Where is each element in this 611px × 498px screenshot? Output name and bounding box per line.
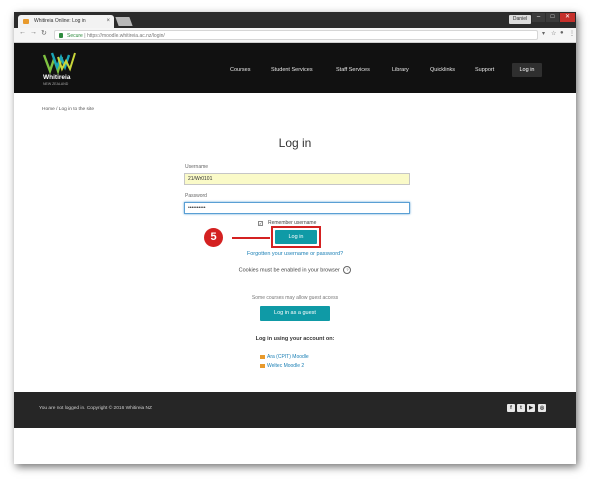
site-favicon-icon <box>23 19 29 24</box>
nav-student-services[interactable]: Student Services <box>271 67 313 73</box>
site-header: Whitireia NEW ZEALAND Courses Student Se… <box>14 43 576 93</box>
tab-close-icon[interactable]: × <box>106 15 110 28</box>
back-arrow-icon[interactable]: ← <box>19 29 26 36</box>
username-field[interactable]: 21/Wr0101 <box>184 173 410 185</box>
help-icon[interactable]: ? <box>343 266 352 274</box>
close-window-button[interactable]: ✕ <box>560 13 575 22</box>
cookies-text: Cookies must be enabled in your browser <box>238 267 340 274</box>
logo-text: Whitireia <box>43 74 71 81</box>
star-icon[interactable]: ☆ <box>551 30 556 37</box>
address-url: https://moodle.whitireia.ac.nz/login/ <box>86 33 165 39</box>
tab-bar: Whitireia Online: Log in × Daniel – □ ✕ <box>14 12 576 28</box>
twitter-icon[interactable]: t <box>517 404 525 412</box>
remember-checkbox[interactable]: ✓ <box>258 221 263 226</box>
extension-icon[interactable]: ● <box>560 30 564 36</box>
password-field[interactable]: •••••••••• <box>184 202 410 214</box>
nav-courses[interactable]: Courses <box>230 67 250 73</box>
annotation-pointer-line <box>232 237 270 239</box>
tab-title: Whitireia Online: Log in <box>34 18 86 24</box>
facebook-icon[interactable]: f <box>507 404 515 412</box>
cookies-notice: Cookies must be enabled in your browser … <box>14 266 576 274</box>
provider-label: Weltec Moodle 2 <box>267 363 305 369</box>
browser-window: Whitireia Online: Log in × Daniel – □ ✕ … <box>14 12 576 464</box>
profile-badge[interactable]: Daniel <box>509 15 531 24</box>
nav-quicklinks[interactable]: Quicklinks <box>430 67 455 73</box>
breadcrumb[interactable]: Home / Log in to the site <box>42 107 94 112</box>
guest-access-note: Some courses may allow guest access <box>251 295 339 301</box>
username-label: Username <box>185 164 209 170</box>
secure-label: Secure <box>67 33 83 39</box>
instagram-icon[interactable]: ◎ <box>538 404 546 412</box>
password-label: Password <box>185 193 207 199</box>
browser-tab[interactable]: Whitireia Online: Log in × <box>18 15 114 28</box>
step-number-badge: 5 <box>204 228 223 247</box>
address-row: ← → ↻ Secure | https://moodle.whitireia.… <box>14 28 576 43</box>
nav-library[interactable]: Library <box>392 67 409 73</box>
forward-arrow-icon[interactable]: → <box>30 29 37 36</box>
youtube-icon[interactable]: ▶ <box>527 404 535 412</box>
provider-label: Ara (CPIT) Moodle <box>267 354 309 360</box>
provider-link-weltec[interactable]: Weltec Moodle 2 <box>260 363 304 369</box>
minimize-button[interactable]: – <box>532 13 545 22</box>
reload-icon[interactable]: ↻ <box>41 29 47 37</box>
provider-icon <box>260 363 265 368</box>
provider-link-ara[interactable]: Ara (CPIT) Moodle <box>260 354 309 360</box>
site-footer: You are not logged in. Copyright © 2016 … <box>14 392 576 428</box>
guest-login-button[interactable]: Log in as a guest <box>260 306 330 321</box>
login-button-highlight <box>271 226 321 248</box>
nav-login-button[interactable]: Log in <box>512 63 542 77</box>
identity-providers-heading: Log in using your account on: <box>255 336 335 342</box>
address-bar[interactable]: Secure | https://moodle.whitireia.ac.nz/… <box>54 30 538 40</box>
provider-icon <box>260 354 265 359</box>
page-title: Log in <box>278 136 312 150</box>
maximize-button[interactable]: □ <box>546 13 559 22</box>
nav-support[interactable]: Support <box>475 67 494 73</box>
menu-icon[interactable]: ⋮ <box>569 30 575 37</box>
logo-subtext: NEW ZEALAND <box>43 82 69 86</box>
forgot-password-link[interactable]: Forgotten your username or password? <box>14 251 576 257</box>
nav-staff-services[interactable]: Staff Services <box>336 67 370 73</box>
footer-text: You are not logged in. Copyright © 2016 … <box>39 406 152 411</box>
new-tab-button[interactable] <box>115 17 133 26</box>
lock-icon <box>59 33 63 38</box>
filter-icon[interactable]: ▾ <box>542 30 545 37</box>
